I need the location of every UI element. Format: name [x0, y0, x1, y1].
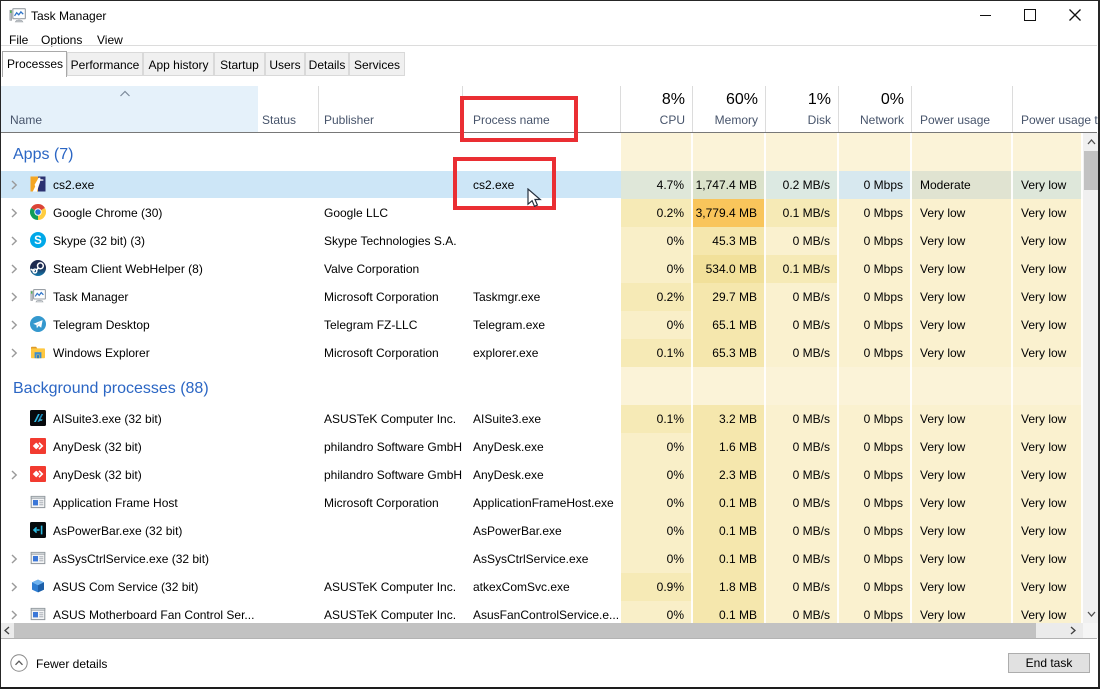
svg-text:S: S: [34, 235, 42, 247]
